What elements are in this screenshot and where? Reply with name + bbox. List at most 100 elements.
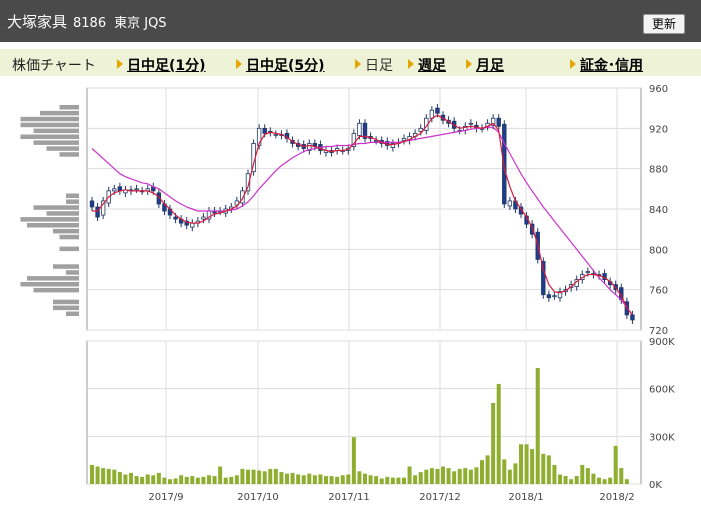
volume-bar (441, 466, 445, 484)
volume-bar (201, 476, 206, 484)
volume-bar (429, 468, 434, 484)
tab-weekly[interactable]: 週足 (408, 55, 446, 75)
candle-body (401, 138, 407, 141)
price-tick-label: 720 (649, 326, 668, 337)
volume-bar (563, 476, 568, 484)
tab-intraday-5min[interactable]: 日中足(5分) (236, 55, 325, 75)
candle-body (273, 133, 279, 136)
volume-bar (340, 475, 345, 484)
volume-bar (240, 468, 245, 484)
volume-by-price-bar (20, 134, 79, 139)
volume-by-price-bar (33, 287, 79, 293)
volume-bar (374, 476, 379, 484)
volume-bar (296, 474, 301, 484)
volume-bar (485, 455, 490, 484)
candle-body (630, 314, 635, 321)
volume-bar (608, 477, 613, 484)
candle-body (496, 117, 501, 127)
price-tick-label: 960 (649, 84, 668, 95)
volume-bar (251, 469, 256, 484)
volume-bar (262, 471, 267, 484)
volume-by-price-bar (66, 270, 79, 275)
volume-bar (168, 479, 172, 484)
volume-bar (223, 477, 228, 484)
volume-by-price-bar (59, 105, 79, 110)
volume-bar (195, 477, 200, 484)
volume-bar (106, 468, 111, 484)
volume-bar (413, 475, 418, 484)
tab-intraday-1min[interactable]: 日中足(1分) (117, 55, 206, 75)
volume-bar (507, 469, 512, 484)
volume-by-price-bar (40, 110, 79, 116)
price-tick-label: 880 (649, 165, 668, 176)
volume-by-price-bar (66, 193, 79, 198)
candle-body (546, 294, 552, 299)
volume-bar (569, 479, 574, 484)
volume-bar (546, 455, 551, 484)
volume-bar (290, 472, 295, 484)
volume-by-price-bar (53, 299, 79, 305)
volume-by-price-bar (59, 152, 79, 157)
volume-bar (179, 475, 184, 484)
volume-bar (268, 468, 273, 484)
price-tick-label: 920 (649, 124, 668, 135)
candle-body (89, 200, 95, 208)
volume-bar (318, 474, 323, 484)
update-button[interactable]: 更新 (643, 14, 685, 34)
volume-bar (574, 476, 579, 484)
volume-bar (324, 476, 328, 484)
volume-bar (279, 472, 284, 484)
volume-panel (86, 340, 642, 485)
volume-bar (368, 475, 373, 484)
volume-bar (162, 477, 167, 484)
arrow-icon (408, 59, 414, 69)
volume-by-price-bar (27, 223, 79, 228)
candle-body (552, 295, 557, 298)
tab-margin[interactable]: 証金･信用 (570, 55, 643, 75)
volume-bar (184, 476, 189, 484)
volume-bar (363, 473, 367, 484)
volume-bar (619, 468, 624, 484)
volume-bar (541, 453, 546, 484)
stock-title: 大塚家具 8186 東京 JQS (7, 11, 167, 32)
volume-bar (246, 469, 250, 484)
volume-bar (624, 479, 629, 484)
volume-bar (418, 472, 423, 484)
volume-bar (312, 475, 317, 484)
volume-bar (502, 459, 507, 484)
stock-chart: 960 920 880 840 800 760 720900K 600K 300K 0K 2017/… (20, 84, 675, 503)
volume-bar (385, 476, 390, 484)
volume-bar (329, 476, 334, 484)
volume-bar (597, 477, 601, 484)
volume-bar (173, 478, 178, 484)
volume-by-price-bar (53, 264, 79, 269)
tab-monthly[interactable]: 月足 (466, 55, 504, 75)
volume-by-price-bar (33, 205, 79, 210)
candle-body (134, 188, 139, 191)
volume-bar (491, 402, 496, 484)
volume-bar (145, 474, 150, 484)
stock-code: 8186 (73, 16, 107, 31)
volume-bar (117, 472, 122, 484)
volume-by-price-bar (20, 116, 79, 122)
volume-bar (129, 472, 133, 484)
volume-bar (273, 468, 278, 484)
volume-bar (257, 470, 262, 484)
volume-by-price-bar (53, 305, 79, 311)
volume-by-price-bar (59, 234, 79, 240)
chart-tab-bar: 株価チャート 日中足(1分) 日中足(5分) 日足 週足 月足 証金･信用 (0, 49, 701, 76)
volume-by-price-bar (20, 122, 79, 128)
volume-bar (474, 467, 479, 484)
volume-bar (285, 473, 289, 484)
x-tick-label: 2018/1 (508, 492, 543, 503)
candle-body (262, 127, 267, 134)
company-name: 大塚家具 (7, 13, 68, 31)
x-tick-label: 2017/11 (328, 492, 370, 503)
arrow-icon (466, 59, 472, 69)
volume-bar (524, 444, 529, 484)
volume-tick-label: 600K (649, 385, 675, 396)
x-tick-label: 2017/9 (148, 492, 183, 503)
candle-body (173, 216, 178, 220)
price-tick-label: 840 (649, 205, 668, 216)
volume-bar (457, 468, 462, 484)
